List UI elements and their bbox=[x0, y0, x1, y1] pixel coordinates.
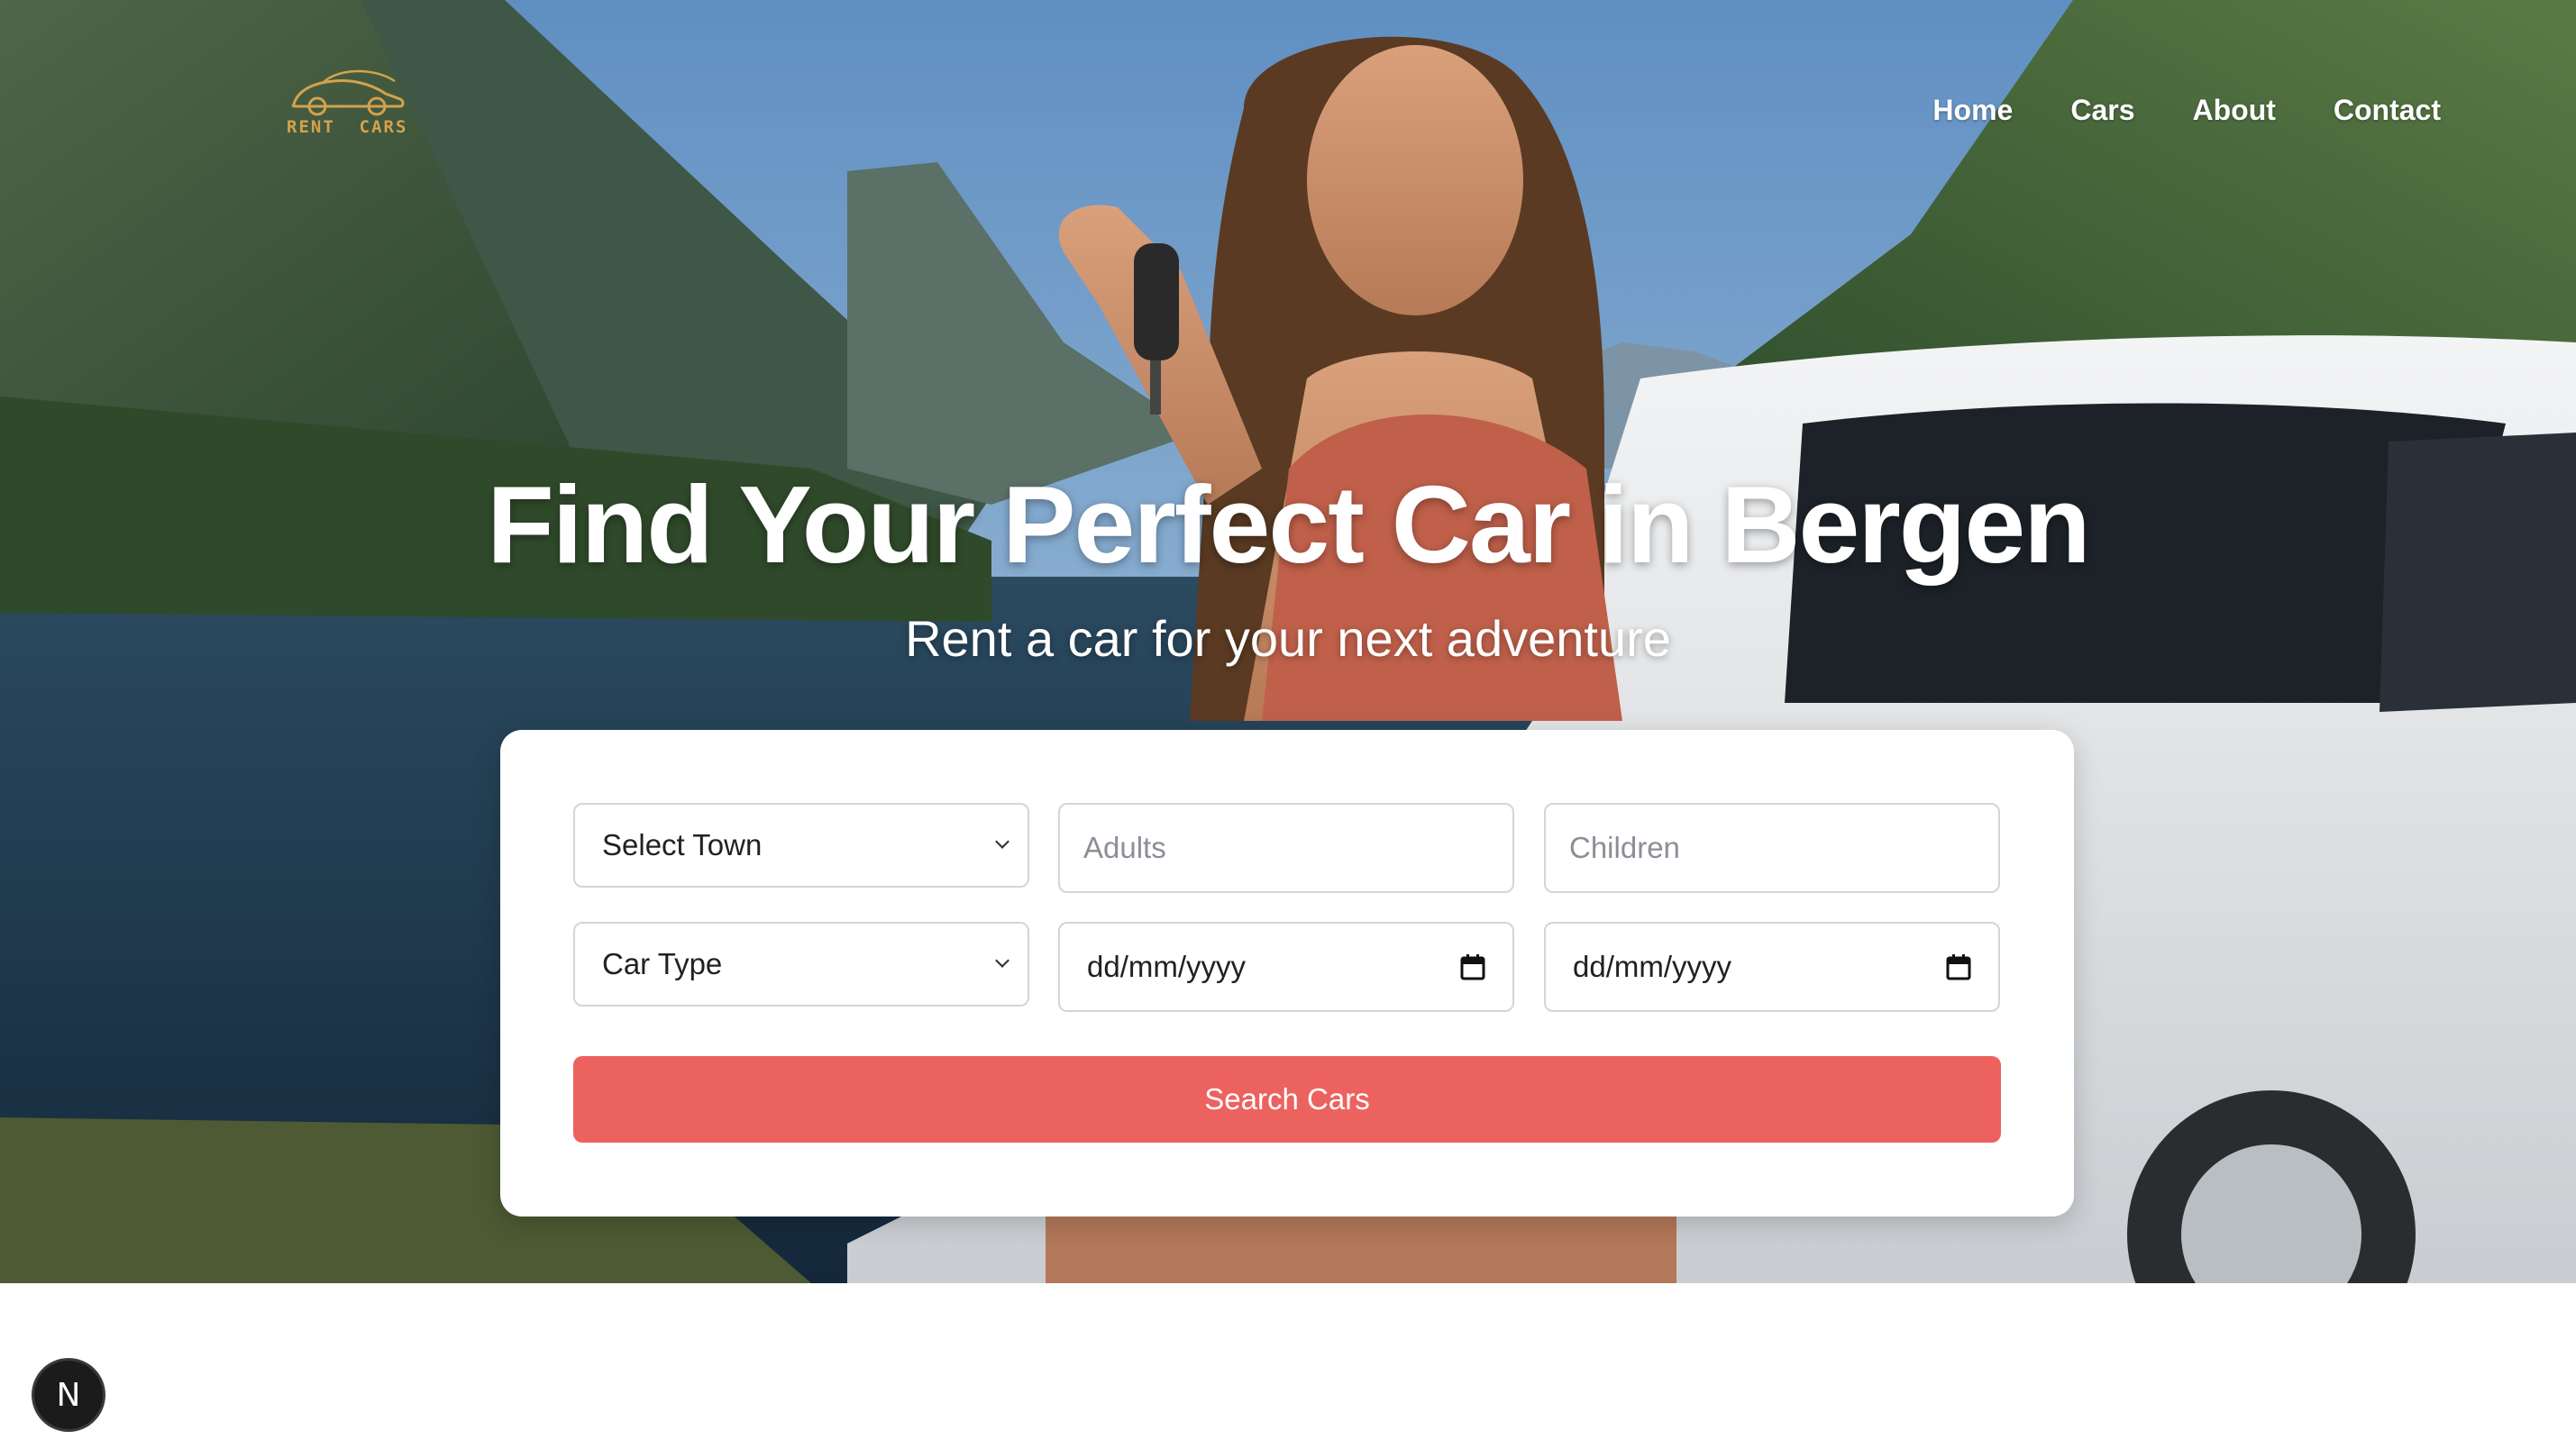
nav-link-about[interactable]: About bbox=[2192, 94, 2275, 127]
return-date-input[interactable]: dd/mm/yyyy bbox=[1544, 922, 2000, 1012]
hero-section: RENT CARS Home Cars About Contact Find Y… bbox=[0, 0, 2576, 1283]
children-input[interactable]: Children bbox=[1544, 803, 2000, 893]
brand-logo[interactable]: RENT CARS bbox=[287, 63, 407, 144]
chevron-down-icon bbox=[995, 834, 1009, 849]
brand-logo-text: RENT CARS bbox=[287, 117, 408, 137]
hero-title: Find Your Perfect Car in Bergen bbox=[487, 463, 2090, 586]
hero-subtitle: Rent a car for your next adventure bbox=[905, 610, 1671, 667]
car-type-select[interactable]: Car Type bbox=[573, 922, 1029, 1007]
pickup-date-value: dd/mm/yyyy bbox=[1087, 950, 1247, 983]
chevron-down-icon bbox=[995, 953, 1009, 968]
nav-link-cars[interactable]: Cars bbox=[2070, 94, 2134, 127]
nav-link-home[interactable]: Home bbox=[1932, 94, 2013, 127]
search-form-card: Select Town Adults Children Car Type dd/… bbox=[500, 730, 2074, 1217]
nav-link-contact[interactable]: Contact bbox=[2334, 94, 2441, 127]
dev-tools-badge[interactable]: N bbox=[34, 1361, 103, 1429]
children-input-placeholder: Children bbox=[1569, 831, 1680, 864]
return-date-value: dd/mm/yyyy bbox=[1573, 950, 1732, 983]
search-cars-button[interactable]: Search Cars bbox=[573, 1056, 2001, 1143]
car-logo-icon bbox=[291, 69, 405, 116]
town-select-value: Select Town bbox=[602, 828, 763, 861]
calendar-icon[interactable] bbox=[1460, 953, 1485, 980]
pickup-date-input[interactable]: dd/mm/yyyy bbox=[1058, 922, 1514, 1012]
calendar-icon[interactable] bbox=[1946, 953, 1971, 980]
adults-input[interactable]: Adults bbox=[1058, 803, 1514, 893]
adults-input-placeholder: Adults bbox=[1083, 831, 1166, 864]
main-navigation: Home Cars About Contact bbox=[1932, 94, 2441, 127]
car-type-select-value: Car Type bbox=[602, 947, 723, 980]
town-select[interactable]: Select Town bbox=[573, 803, 1029, 888]
